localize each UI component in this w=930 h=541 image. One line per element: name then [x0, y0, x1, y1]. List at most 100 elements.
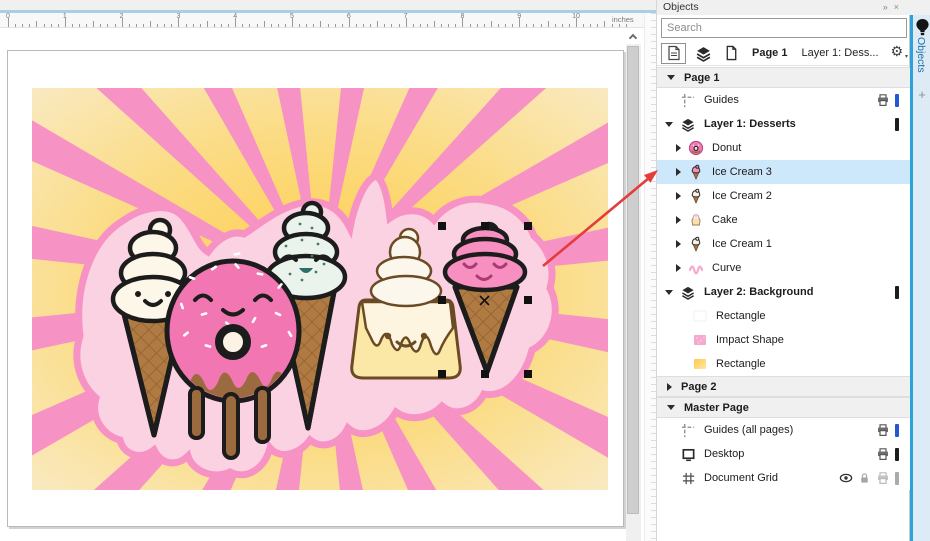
selection-handle[interactable] — [438, 296, 446, 304]
chevron-up-icon — [629, 34, 637, 42]
desserts-artwork[interactable] — [32, 88, 608, 490]
drawing-canvas-area[interactable] — [0, 28, 626, 541]
row-indicators[interactable] — [895, 286, 911, 299]
document-page[interactable] — [7, 50, 624, 527]
ruler-tick — [569, 24, 570, 27]
collapsed-arrow-icon[interactable] — [676, 264, 681, 272]
selection-handle[interactable] — [524, 296, 532, 304]
ruler-tick — [519, 18, 520, 27]
printer-icon[interactable] — [876, 447, 890, 461]
row-indicators[interactable] — [876, 423, 911, 437]
tree-row-ice-cream-3[interactable]: Ice Cream 3 — [657, 160, 911, 184]
quick-customize-button[interactable]: + — [916, 87, 928, 102]
collapsed-arrow-icon[interactable] — [676, 240, 681, 248]
row-indicators[interactable] — [895, 118, 911, 131]
tree-row-guides[interactable]: Guides — [657, 88, 911, 112]
desktop-icon — [681, 447, 696, 462]
tree-row-ice-cream-1[interactable]: Ice Cream 1 — [657, 232, 911, 256]
ruler-tick — [122, 18, 123, 27]
tree-label: Document Grid — [704, 472, 778, 484]
scroll-up-button[interactable] — [626, 28, 641, 44]
tree-row-desktop[interactable]: Desktop — [657, 442, 911, 466]
close-icon: × — [894, 2, 905, 12]
tree-row-document-grid[interactable]: Document Grid — [657, 466, 911, 490]
tree-row-curve[interactable]: Curve — [657, 256, 911, 280]
guides-icon — [681, 423, 696, 438]
tree-row-page-2[interactable]: Page 2 — [657, 376, 911, 397]
printer-dim-icon[interactable] — [876, 471, 890, 485]
show-object-properties-button[interactable] — [661, 43, 686, 64]
lock-icon[interactable] — [858, 471, 871, 485]
current-layer-label: Layer 1: Dess... — [801, 47, 878, 59]
selection-handle[interactable] — [438, 370, 446, 378]
ruler-tick — [36, 21, 37, 27]
collapsed-arrow-icon[interactable] — [676, 216, 681, 224]
docker-titlebar-buttons[interactable]: »× — [883, 0, 905, 15]
collapsed-arrow-icon[interactable] — [667, 383, 672, 391]
tree-row-rectangle[interactable]: Rectangle — [657, 304, 911, 328]
tree-row-donut[interactable]: Donut — [657, 136, 911, 160]
docker-toolbar: Page 1 Layer 1: Dess... ⚙▾ — [657, 41, 911, 66]
tree-row-layer-1-desserts[interactable]: Layer 1: Desserts — [657, 112, 911, 136]
collapsed-arrow-icon[interactable] — [676, 144, 681, 152]
tree-row-rectangle[interactable]: Rectangle — [657, 352, 911, 376]
ruler-tick — [193, 24, 194, 27]
row-indicators[interactable] — [876, 93, 911, 107]
ruler-tick — [292, 18, 293, 27]
expanded-arrow-icon[interactable] — [665, 122, 673, 127]
ruler-tick — [164, 24, 165, 27]
selection-handle[interactable] — [524, 222, 532, 230]
expanded-arrow-icon[interactable] — [665, 290, 673, 295]
tree-row-layer-2-background[interactable]: Layer 2: Background — [657, 280, 911, 304]
ruler-tick — [512, 24, 513, 27]
ruler-tick — [157, 24, 158, 27]
layer-color-bar[interactable] — [895, 286, 899, 299]
vertical-scrollbar[interactable] — [626, 28, 641, 541]
selection-handle[interactable] — [481, 222, 489, 230]
docker-options-button[interactable]: ⚙▾ — [890, 44, 903, 60]
tree-row-guides-all-pages[interactable]: Guides (all pages) — [657, 418, 911, 442]
ruler-tick — [349, 18, 350, 27]
tree-row-impact-shape[interactable]: Impact Shape — [657, 328, 911, 352]
layer-color-bar[interactable] — [895, 424, 899, 437]
page-view-button[interactable] — [720, 43, 742, 64]
ruler-tick — [576, 18, 577, 27]
ruler-tick — [8, 18, 9, 27]
tree-row-cake[interactable]: Cake — [657, 208, 911, 232]
objects-tab[interactable]: Objects — [915, 37, 927, 73]
selection-handle[interactable] — [524, 370, 532, 378]
ruler-tick — [462, 18, 463, 27]
expanded-arrow-icon[interactable] — [667, 405, 675, 410]
ruler-tick — [29, 24, 30, 27]
selection-handle[interactable] — [481, 370, 489, 378]
tree-row-master-page[interactable]: Master Page — [657, 397, 911, 418]
horizontal-ruler[interactable]: inches 012345678910 — [0, 13, 644, 28]
layer-color-bar[interactable] — [895, 118, 899, 131]
collapsed-arrow-icon[interactable] — [676, 192, 681, 200]
layer-color-bar[interactable] — [895, 448, 899, 461]
cake-thumbnail — [688, 212, 704, 228]
tree-row-ice-cream-2[interactable]: Ice Cream 2 — [657, 184, 911, 208]
ruler-tick — [186, 24, 187, 27]
layer-color-bar[interactable] — [895, 94, 899, 107]
ruler-tick — [470, 24, 471, 27]
printer-icon[interactable] — [876, 423, 890, 437]
ruler-tick — [626, 24, 627, 27]
row-indicators[interactable] — [839, 471, 911, 485]
tree-row-page-1[interactable]: Page 1 — [657, 67, 911, 88]
expanded-arrow-icon[interactable] — [667, 75, 675, 80]
docker-titlebar: Objects »× — [657, 0, 911, 15]
layer-color-bar[interactable] — [895, 472, 899, 485]
ruler-tick — [100, 24, 101, 27]
printer-icon[interactable] — [876, 93, 890, 107]
tree-label: Impact Shape — [716, 334, 784, 346]
selection-handle[interactable] — [438, 222, 446, 230]
collapsed-arrow-icon[interactable] — [676, 168, 681, 176]
row-indicators[interactable] — [876, 447, 911, 461]
ruler-tick — [441, 24, 442, 27]
layer-manager-button[interactable] — [692, 43, 714, 64]
scrollbar-thumb[interactable] — [627, 46, 639, 514]
search-input[interactable] — [661, 18, 907, 38]
eye-icon[interactable] — [839, 471, 853, 485]
tree-label: Ice Cream 2 — [712, 190, 772, 202]
